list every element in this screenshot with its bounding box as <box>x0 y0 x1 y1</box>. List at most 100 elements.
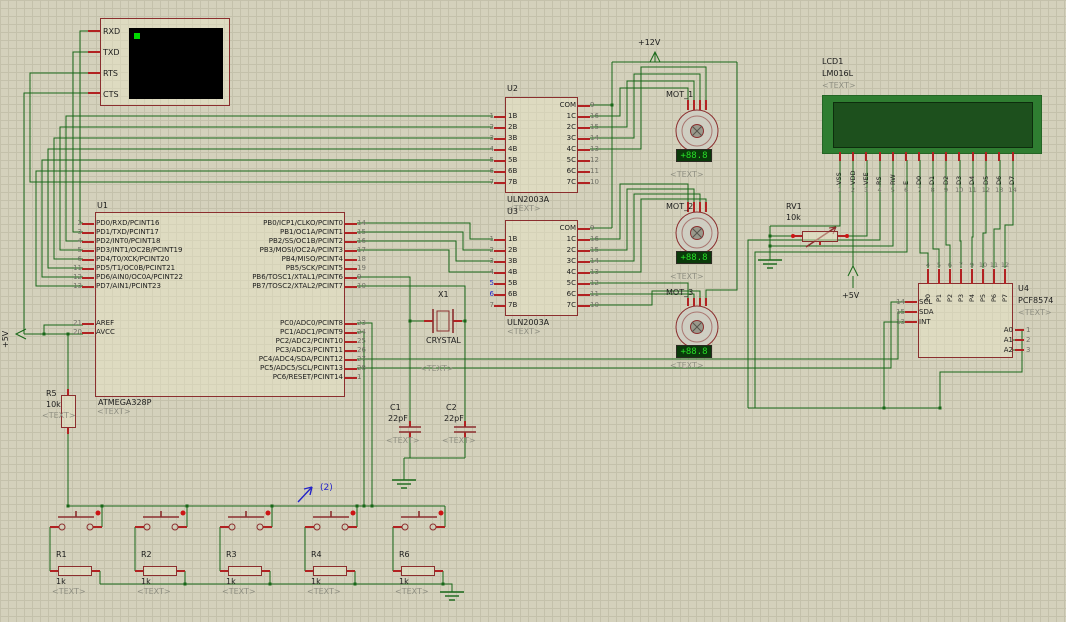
pin-row: 3C14 <box>520 133 603 144</box>
pin-label: PD2/INT0/PCINT18 <box>96 237 160 246</box>
resistor-r2[interactable] <box>143 566 177 576</box>
pin-row: 44B <box>481 267 517 278</box>
pin-stub <box>345 368 357 370</box>
push-button[interactable] <box>393 511 445 531</box>
pin-column: D4 11 <box>966 152 979 194</box>
power-arrow-12v[interactable] <box>650 52 660 62</box>
pin-row: 11B <box>481 111 517 122</box>
pin-label: 1B <box>508 235 517 244</box>
stepper-motor[interactable] <box>676 212 718 254</box>
crystal-symbol[interactable] <box>433 309 453 333</box>
r6-text-placeholder: <TEXT> <box>395 587 429 597</box>
pin-number: 16 <box>590 112 603 121</box>
pin-number: 26 <box>357 346 371 355</box>
pin-label: 5B <box>508 156 517 165</box>
r5-text-placeholder: <TEXT> <box>42 411 76 421</box>
pin-row: 4C13 <box>520 144 603 155</box>
pin-label: D3 <box>956 161 963 185</box>
u1-text-placeholder: <TEXT> <box>97 407 131 417</box>
pin-number: 10 <box>590 178 603 187</box>
r2-text-placeholder: <TEXT> <box>137 587 171 597</box>
resistor-r4[interactable] <box>313 566 347 576</box>
pin-number: 2 <box>481 246 494 255</box>
pin-number: 8 <box>931 186 935 194</box>
u2-out-pins: COM9 1C16 2C15 3C14 4C13 5C12 6C11 7C10 <box>520 100 603 188</box>
pin-label: 2C <box>520 246 576 255</box>
stepper-motor[interactable] <box>676 110 718 152</box>
push-button[interactable] <box>50 511 102 531</box>
pin-stub <box>578 239 590 241</box>
pin-label: RXD <box>103 27 120 36</box>
pin-row: 13PD7/AIN1/PCINT23 <box>69 282 183 291</box>
push-button[interactable] <box>220 511 272 531</box>
pin-column: VSS 1 <box>833 152 846 194</box>
lcd-module[interactable] <box>822 95 1042 154</box>
motor-text-placeholder: <TEXT> <box>670 361 704 371</box>
capacitor-symbol[interactable] <box>454 427 476 432</box>
pin-stub <box>345 286 357 288</box>
pin-label: SDA <box>919 308 934 317</box>
stepper-motor[interactable] <box>676 306 718 348</box>
pin-stub <box>1015 349 1024 351</box>
push-button[interactable] <box>305 511 357 531</box>
resistor-r6[interactable] <box>401 566 435 576</box>
pin-stub <box>958 152 960 161</box>
pin-row: PC1/ADC1/PCINT924 <box>237 328 371 337</box>
pin-stub <box>82 241 94 243</box>
pin-label: 2C <box>520 123 576 132</box>
pin-row: 15SDA <box>893 307 934 317</box>
pin-row: PC5/ADC5/SCL/PCINT1328 <box>237 364 371 373</box>
pin-number: 2 <box>851 186 855 194</box>
pin-number: 3 <box>864 186 868 194</box>
ground-symbol[interactable] <box>440 592 464 600</box>
pin-column: P1 <box>934 286 945 302</box>
push-button[interactable] <box>135 511 187 531</box>
pin-stub <box>345 350 357 352</box>
annotation-label[interactable]: (2) <box>320 483 333 493</box>
pin-label: 3B <box>508 257 517 266</box>
pin-stub <box>578 182 590 184</box>
motor-text-placeholder: <TEXT> <box>670 170 704 180</box>
ground-symbol[interactable] <box>392 480 416 488</box>
pin-column: RS 4 <box>873 152 886 194</box>
pin-stub <box>494 283 506 285</box>
pin-stub <box>852 152 854 161</box>
pin-number: 6 <box>904 186 908 194</box>
resistor-r1[interactable] <box>58 566 92 576</box>
annotation-arrow-icon[interactable] <box>298 487 312 502</box>
motor-display: +88.8 <box>676 149 712 162</box>
r6-ref: R6 <box>399 550 410 560</box>
pin-number: 7 <box>959 261 963 269</box>
ground-symbol[interactable] <box>758 260 782 268</box>
pin-label: A2 <box>981 346 1013 355</box>
potentiometer-rv1[interactable] <box>802 231 838 242</box>
r1-ref: R1 <box>56 550 67 560</box>
schematic-canvas[interactable]: RXDTXDRTSCTS U1 ATMEGA328P <TEXT> 2PD0/R… <box>0 0 1066 622</box>
pin-stub <box>1015 339 1024 341</box>
pin-label: 5C <box>520 156 576 165</box>
u1-ref: U1 <box>97 201 108 211</box>
pin-number: 10 <box>357 282 371 291</box>
pin-column: D0 7 <box>913 152 926 194</box>
pin-number: 6 <box>69 255 82 264</box>
pin-row: COM9 <box>520 223 603 234</box>
pin-label: 5C <box>520 279 576 288</box>
pin-row: PB2/SS/OC1B/PCINT216 <box>237 237 371 246</box>
pin-column: VDD 2 <box>846 152 859 194</box>
pin-stub <box>578 116 590 118</box>
pin-label: 6B <box>508 290 517 299</box>
pin-stub <box>918 152 920 161</box>
pin-label: 6B <box>508 167 517 176</box>
pin-stub <box>494 239 506 241</box>
resistor-r3[interactable] <box>228 566 262 576</box>
power-arrow-5v-right[interactable] <box>848 266 858 288</box>
pin-stub <box>1015 329 1024 331</box>
capacitor-symbol[interactable] <box>399 427 421 432</box>
pin-stub <box>578 171 590 173</box>
u1-pd-pins: 2PD0/RXD/PCINT16 3PD1/TXD/PCINT17 4PD2/I… <box>69 219 183 291</box>
pin-row: 5PD3/INT1/OC2B/PCINT19 <box>69 246 183 255</box>
pin-number: 10 <box>590 301 603 310</box>
pin-number: 14 <box>590 257 603 266</box>
pin-column: 6 <box>945 260 956 284</box>
pin-row: PB1/OC1A/PCINT115 <box>237 228 371 237</box>
